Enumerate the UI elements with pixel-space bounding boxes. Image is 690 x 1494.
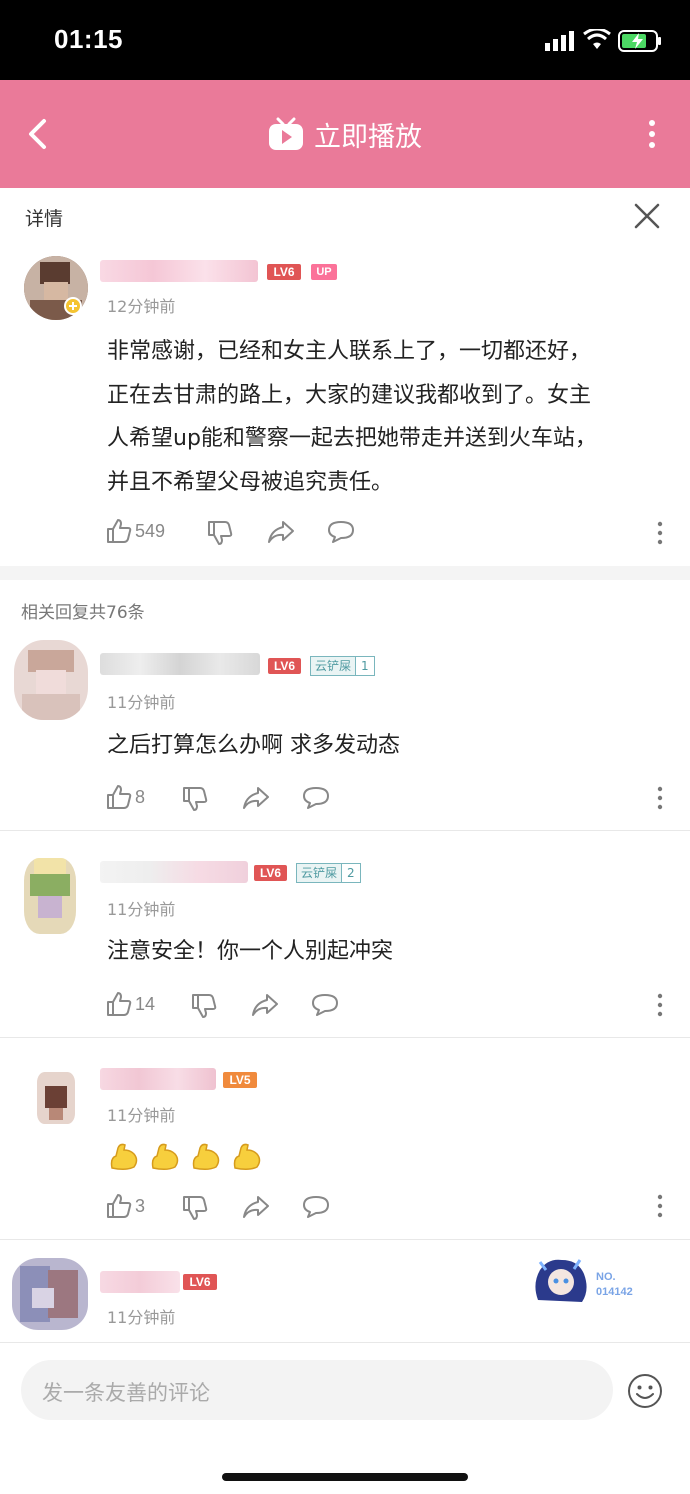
like-button[interactable]: 14 bbox=[106, 991, 155, 1017]
thumbs-up-icon bbox=[107, 1194, 132, 1218]
username[interactable] bbox=[100, 1068, 216, 1090]
up-badge: UP bbox=[311, 264, 337, 280]
level-badge: LV6 bbox=[268, 658, 301, 674]
fan-medal-level: 1 bbox=[356, 657, 374, 675]
share-icon[interactable] bbox=[242, 1195, 270, 1219]
comment-input[interactable]: 发一条友善的评论 bbox=[21, 1360, 613, 1420]
username[interactable] bbox=[100, 861, 248, 883]
detail-label: 详情 bbox=[25, 208, 64, 230]
divider bbox=[0, 830, 690, 831]
comment-time: 11分钟前 bbox=[107, 1106, 176, 1125]
thumbs-down-icon[interactable] bbox=[207, 520, 233, 546]
back-arrow-icon[interactable] bbox=[26, 118, 50, 150]
level-badge: LV5 bbox=[223, 1072, 257, 1088]
muscle-emoji-icon bbox=[151, 1143, 179, 1171]
like-button[interactable]: 549 bbox=[106, 518, 165, 544]
comment-time: 11分钟前 bbox=[107, 693, 176, 712]
like-count: 549 bbox=[135, 520, 166, 541]
tv-play-icon bbox=[269, 117, 303, 150]
fan-card-badge: NO. 014142 bbox=[530, 1254, 650, 1308]
comment-input-bar: 发一条友善的评论 bbox=[0, 1344, 690, 1494]
username[interactable] bbox=[100, 1271, 180, 1293]
thumbs-up-icon bbox=[107, 785, 132, 809]
thumbs-down-icon[interactable] bbox=[182, 786, 208, 812]
avatar[interactable] bbox=[24, 858, 76, 934]
avatar[interactable] bbox=[14, 640, 88, 720]
username[interactable] bbox=[100, 260, 258, 282]
fan-medal-level: 2 bbox=[342, 864, 360, 882]
thumbs-down-icon[interactable] bbox=[191, 993, 217, 1019]
close-icon[interactable] bbox=[634, 203, 660, 229]
muscle-emoji-icon bbox=[110, 1143, 138, 1171]
comment-time: 11分钟前 bbox=[107, 900, 176, 919]
reply-icon[interactable] bbox=[302, 786, 330, 810]
reply-icon[interactable] bbox=[327, 520, 355, 544]
home-indicator bbox=[222, 1473, 468, 1481]
verified-badge-icon bbox=[64, 297, 82, 315]
fan-medal: 云铲屎 1 bbox=[310, 656, 375, 676]
comment-content: 之后打算怎么办啊 求多发动态 bbox=[107, 733, 400, 758]
detail-header: 详情 bbox=[0, 188, 690, 246]
comment-more-icon[interactable] bbox=[654, 521, 666, 545]
like-count: 3 bbox=[135, 1195, 146, 1216]
muscle-emoji-icon bbox=[233, 1143, 261, 1171]
thumbs-up-icon bbox=[107, 519, 132, 543]
fan-medal: 云铲屎 2 bbox=[296, 863, 361, 883]
signal-icon bbox=[545, 31, 574, 51]
status-bar: 01:15 bbox=[0, 0, 690, 80]
more-vertical-icon[interactable] bbox=[640, 118, 664, 150]
thumbs-up-icon bbox=[107, 992, 132, 1016]
fan-medal-name: 云铲屎 bbox=[297, 864, 343, 882]
level-badge: LV6 bbox=[267, 264, 301, 280]
thumbs-down-icon[interactable] bbox=[182, 1195, 208, 1221]
fan-medal-name: 云铲屎 bbox=[311, 657, 357, 675]
comment-more-icon[interactable] bbox=[654, 993, 666, 1017]
reply-icon[interactable] bbox=[311, 993, 339, 1017]
character-badge-icon bbox=[535, 1259, 587, 1302]
divider bbox=[0, 1037, 690, 1038]
comment-line: 并且不希望父母被追究责任。 bbox=[107, 469, 394, 495]
comment-input-placeholder: 发一条友善的评论 bbox=[42, 1381, 210, 1405]
divider bbox=[0, 1239, 690, 1240]
avatar[interactable] bbox=[12, 1258, 88, 1330]
status-time: 01:15 bbox=[54, 24, 123, 54]
share-icon[interactable] bbox=[267, 520, 295, 544]
app-bar: 立即播放 bbox=[0, 80, 690, 188]
play-now-button[interactable]: 立即播放 bbox=[268, 116, 422, 153]
comment-line: 正在去甘肃的路上，大家的建议我都收到了。女主 bbox=[107, 382, 592, 408]
username[interactable] bbox=[100, 653, 260, 675]
emoji-picker-icon[interactable] bbox=[627, 1373, 663, 1409]
replies-count-label: 相关回复共76条 bbox=[21, 603, 145, 623]
comment-line: 人希望up能和警察一起去把她带走并送到火车站， bbox=[107, 426, 597, 451]
avatar[interactable] bbox=[37, 1072, 75, 1124]
comment-content: 非常感谢，已经和女主人联系上了，一切都还好， 正在去甘肃的路上，大家的建议我都收… bbox=[107, 330, 677, 504]
share-icon[interactable] bbox=[242, 786, 270, 810]
comment-content: 注意安全！你一个人别起冲突 bbox=[107, 939, 394, 964]
like-count: 8 bbox=[135, 786, 146, 807]
muscle-emoji-icon bbox=[192, 1143, 220, 1171]
level-badge: LV6 bbox=[183, 1274, 217, 1290]
comment-time: 11分钟前 bbox=[107, 1308, 176, 1327]
battery-icon bbox=[618, 30, 661, 52]
reply-icon[interactable] bbox=[302, 1195, 330, 1219]
comment-line: 非常感谢，已经和女主人联系上了，一切都还好， bbox=[107, 339, 592, 364]
emoji-row bbox=[108, 1140, 263, 1172]
share-icon[interactable] bbox=[251, 993, 279, 1017]
wifi-icon bbox=[583, 29, 611, 49]
app-bar-title: 立即播放 bbox=[314, 121, 422, 153]
comment-time: 12分钟前 bbox=[107, 297, 176, 316]
level-badge: LV6 bbox=[254, 865, 287, 881]
divider bbox=[0, 1342, 690, 1343]
comment-more-icon[interactable] bbox=[654, 786, 666, 810]
badge-no-label: NO. bbox=[596, 1271, 616, 1283]
like-count: 14 bbox=[135, 993, 156, 1014]
like-button[interactable]: 3 bbox=[106, 1193, 145, 1219]
like-button[interactable]: 8 bbox=[106, 784, 145, 810]
badge-number: 014142 bbox=[596, 1286, 633, 1298]
section-divider bbox=[0, 566, 690, 580]
comment-more-icon[interactable] bbox=[654, 1194, 666, 1218]
